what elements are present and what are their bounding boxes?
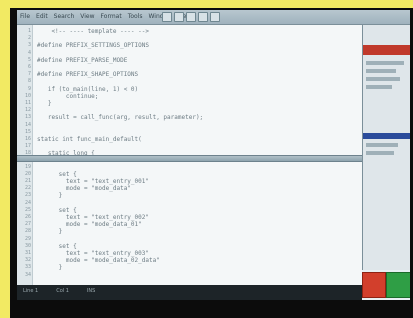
stop-button[interactable] bbox=[362, 272, 386, 298]
line-number: 26 bbox=[24, 214, 31, 220]
line-number: 1 bbox=[27, 28, 31, 34]
code-line[interactable]: } bbox=[37, 192, 357, 200]
panel-header bbox=[363, 45, 410, 55]
toolbar: File Edit Search View Format Tools Windo… bbox=[17, 10, 410, 25]
line-number: 29 bbox=[24, 235, 31, 242]
line-number: 34 bbox=[24, 271, 31, 278]
menu-file[interactable]: File bbox=[20, 11, 30, 23]
line-number: 9 bbox=[27, 85, 31, 92]
line-number: 24 bbox=[24, 199, 31, 206]
line-number: 5 bbox=[27, 56, 31, 63]
code-line[interactable]: } bbox=[37, 264, 357, 272]
new-file-icon[interactable] bbox=[162, 12, 172, 22]
line-number: 23 bbox=[24, 192, 31, 199]
line-number: 15 bbox=[24, 128, 31, 135]
code-line[interactable]: #define PREFIX_SETTINGS_OPTIONS bbox=[37, 42, 357, 50]
line-number: 6 bbox=[27, 64, 31, 70]
code-line[interactable]: } bbox=[37, 100, 357, 108]
line-number: 31 bbox=[24, 250, 31, 256]
status-col: Col 1 bbox=[56, 288, 69, 294]
status-bar: Line 1 Col 1 INS bbox=[17, 285, 362, 300]
line-number: 32 bbox=[24, 257, 31, 264]
panel-item[interactable] bbox=[366, 61, 404, 65]
line-number: 11 bbox=[24, 100, 31, 106]
line-number: 19 bbox=[24, 163, 31, 170]
line-number: 13 bbox=[24, 114, 31, 121]
line-number: 16 bbox=[24, 136, 31, 142]
panel-item[interactable] bbox=[366, 77, 400, 81]
line-number: 22 bbox=[24, 185, 31, 192]
line-number: 7 bbox=[27, 71, 31, 78]
run-button[interactable] bbox=[386, 272, 410, 298]
line-number: 28 bbox=[24, 228, 31, 235]
panel-item[interactable] bbox=[366, 151, 394, 155]
code-editor[interactable]: 1 2 3 4 5 6 7 8 9 10 11 12 13 14 15 16 17 18 19 20 21 22 23 24 2… bbox=[17, 25, 362, 285]
side-panel bbox=[362, 25, 410, 270]
status-mode: INS bbox=[86, 288, 96, 294]
menu-edit[interactable]: Edit bbox=[36, 11, 48, 23]
code-line[interactable]: #define PREFIX_SHAPE_OPTIONS bbox=[37, 71, 357, 79]
menu-tools[interactable]: Tools bbox=[128, 11, 143, 23]
line-number: 30 bbox=[24, 242, 31, 249]
code-line[interactable]: <!-- ---- template ---- --> bbox=[37, 28, 357, 36]
panel-item[interactable] bbox=[366, 143, 398, 147]
code-line[interactable]: result = call_func(arg, result, paramete… bbox=[37, 114, 357, 122]
line-number: 25 bbox=[24, 206, 31, 213]
panel-item[interactable] bbox=[366, 85, 392, 89]
undo-icon[interactable] bbox=[198, 12, 208, 22]
line-number: 21 bbox=[24, 178, 31, 184]
line-number: 20 bbox=[24, 170, 31, 177]
line-number: 33 bbox=[24, 264, 31, 271]
line-number: 3 bbox=[27, 42, 31, 49]
status-line: Line 1 bbox=[23, 288, 39, 294]
line-number: 10 bbox=[24, 92, 31, 99]
menu-format[interactable]: Format bbox=[101, 11, 122, 23]
toolbar-icons bbox=[162, 12, 220, 22]
code-line[interactable]: } bbox=[37, 228, 357, 236]
line-number: 12 bbox=[24, 107, 31, 114]
redo-icon[interactable] bbox=[210, 12, 220, 22]
pane-splitter[interactable] bbox=[17, 155, 362, 162]
code-line[interactable]: #define PREFIX_PARSE_MODE bbox=[37, 57, 357, 65]
code-line[interactable]: static int func_main_default( bbox=[37, 136, 357, 144]
line-number: 8 bbox=[27, 78, 31, 85]
menu-search[interactable]: Search bbox=[54, 11, 75, 23]
line-number: 4 bbox=[27, 49, 31, 56]
line-number: 14 bbox=[24, 121, 31, 128]
panel-item[interactable] bbox=[366, 69, 396, 73]
save-icon[interactable] bbox=[186, 12, 196, 22]
editor-window: File Edit Search View Format Tools Windo… bbox=[17, 10, 410, 300]
open-file-icon[interactable] bbox=[174, 12, 184, 22]
panel-selected-item[interactable] bbox=[363, 133, 410, 139]
line-number: 2 bbox=[27, 35, 31, 42]
line-number: 17 bbox=[24, 143, 31, 150]
line-number: 27 bbox=[24, 221, 31, 228]
menu-view[interactable]: View bbox=[80, 11, 94, 23]
